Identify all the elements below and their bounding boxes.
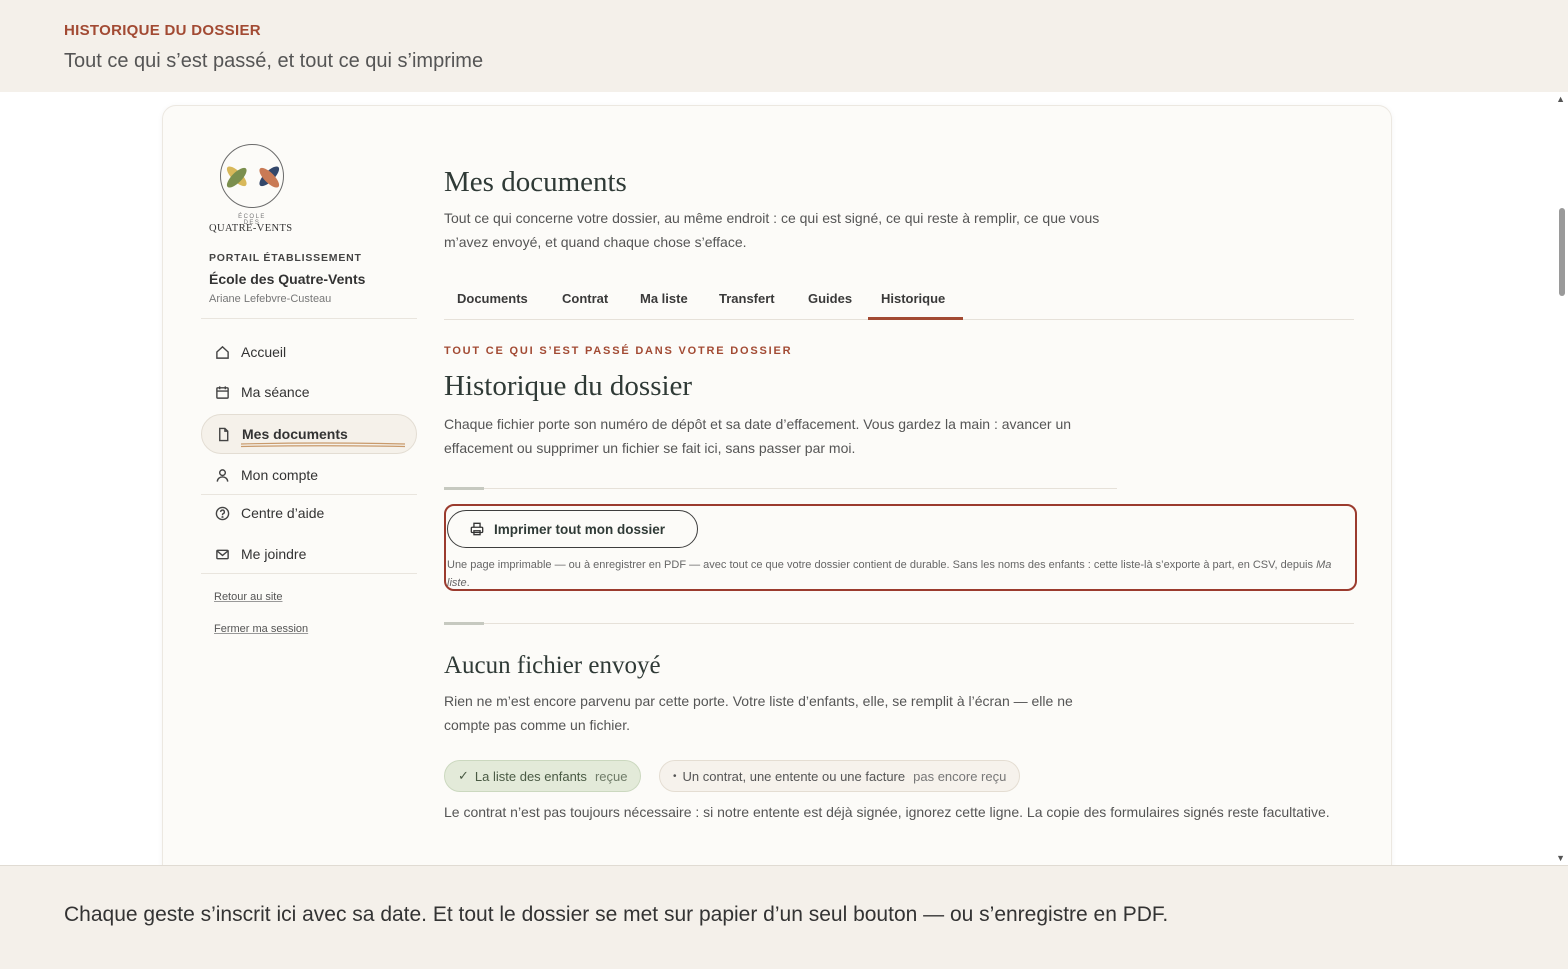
portal-label: PORTAIL ÉTABLISSEMENT xyxy=(209,252,362,264)
print-note: Une page imprimable — ou à enregistrer e… xyxy=(447,556,1352,592)
empty-state-text: Rien ne m’est encore parvenu par cette p… xyxy=(444,693,1073,733)
sidebar-item-mes-documents[interactable]: Mes documents xyxy=(201,414,417,454)
divider-accent xyxy=(444,487,484,490)
tab-guides[interactable]: Guides xyxy=(808,291,852,306)
caption-subtitle: Tout ce qui s’est passé, et tout ce qui … xyxy=(64,50,484,72)
section-kicker: TOUT CE QUI S’EST PASSÉ DANS VOTRE DOSSI… xyxy=(444,345,793,357)
sidebar-item-label: Mes documents xyxy=(242,426,348,442)
status-chip-pending: • Un contrat, une entente ou une facture… xyxy=(659,760,1021,792)
active-tab-indicator xyxy=(868,317,963,320)
tab-transfert[interactable]: Transfert xyxy=(719,291,775,306)
section-text: Chaque fichier porte son numéro de dépôt… xyxy=(444,416,1072,456)
caption-kicker: HISTORIQUE DU DOSSIER xyxy=(64,22,261,39)
tab-bar: Documents Contrat Ma liste Transfert Gui… xyxy=(444,286,1354,320)
active-underline-icon xyxy=(240,442,406,448)
sidebar-item-label: Accueil xyxy=(241,344,287,360)
sidebar-item-mon-compte[interactable]: Mon compte xyxy=(201,456,417,494)
mail-icon xyxy=(216,549,229,559)
divider-accent xyxy=(444,622,484,625)
sidebar-item-centre-aide[interactable]: Centre d’aide xyxy=(201,494,417,532)
chip-label: Un contrat, une entente ou une facture xyxy=(682,768,906,784)
document-icon xyxy=(219,427,229,441)
section-title: Historique du dossier xyxy=(444,370,693,402)
help-icon xyxy=(215,506,230,520)
section-divider xyxy=(444,623,1354,624)
school-logo[interactable] xyxy=(220,144,284,208)
scroll-down-arrow-icon[interactable]: ▼ xyxy=(1556,853,1565,863)
contract-footnote: Le contrat n’est pas toujours nécessaire… xyxy=(444,804,1330,820)
print-highlight-box: Imprimer tout mon dossier Une page impri… xyxy=(444,504,1357,591)
check-icon: ✓ xyxy=(458,768,469,783)
tab-historique[interactable]: Historique xyxy=(881,291,945,306)
portal-card: École des QUATRE-VENTS PORTAIL ÉTABLISSE… xyxy=(162,105,1392,865)
tab-ma-liste[interactable]: Ma liste xyxy=(640,291,688,306)
section-divider xyxy=(444,488,1117,489)
scroll-thumb[interactable] xyxy=(1559,208,1565,296)
back-to-site-link[interactable]: Retour au site xyxy=(214,591,282,603)
scrollbar[interactable]: ▲ ▼ xyxy=(1554,92,1568,865)
chip-status: pas encore reçu xyxy=(913,768,1007,784)
sidebar-item-label: Mon compte xyxy=(241,467,319,483)
printer-icon xyxy=(470,522,484,536)
caption-footer-text: Chaque geste s’inscrit ici avec sa date.… xyxy=(64,903,1169,926)
bullet-icon: • xyxy=(673,770,677,782)
page-description: Tout ce qui concerne votre dossier, au m… xyxy=(444,210,1100,250)
sidebar-item-label: Ma séance xyxy=(241,384,310,400)
browser-viewport: École des QUATRE-VENTS PORTAIL ÉTABLISSE… xyxy=(0,92,1568,865)
print-button-label: Imprimer tout mon dossier xyxy=(494,521,666,537)
home-icon xyxy=(216,345,229,359)
logo-name: QUATRE-VENTS xyxy=(209,223,293,234)
tab-contrat[interactable]: Contrat xyxy=(562,291,608,306)
scroll-up-arrow-icon[interactable]: ▲ xyxy=(1556,94,1565,104)
logout-link[interactable]: Fermer ma session xyxy=(214,623,308,635)
sidebar-item-label: Centre d’aide xyxy=(241,505,325,521)
chip-label: La liste des enfants xyxy=(474,768,587,784)
print-dossier-button[interactable]: Imprimer tout mon dossier xyxy=(447,510,698,548)
sidebar-divider xyxy=(201,318,417,319)
school-name: École des Quatre-Vents xyxy=(209,271,366,287)
status-chip-received: ✓ La liste des enfants reçue xyxy=(444,760,642,792)
user-icon xyxy=(216,468,229,482)
print-note-end: . xyxy=(466,577,470,589)
sidebar-divider xyxy=(201,573,417,574)
sidebar-item-me-joindre[interactable]: Me joindre xyxy=(201,535,417,573)
sidebar-item-accueil[interactable]: Accueil xyxy=(201,333,417,371)
empty-state-title: Aucun fichier envoyé xyxy=(444,652,661,679)
calendar-icon xyxy=(216,385,229,399)
caption-header: HISTORIQUE DU DOSSIER Tout ce qui s’est … xyxy=(0,0,1568,92)
page-title: Mes documents xyxy=(444,166,627,198)
caption-footer: Chaque geste s’inscrit ici avec sa date.… xyxy=(0,865,1568,969)
tab-documents[interactable]: Documents xyxy=(457,291,528,306)
pinwheel-logo-icon xyxy=(226,166,280,188)
chip-status: reçue xyxy=(594,768,628,784)
sidebar-item-label: Me joindre xyxy=(241,546,307,562)
user-name: Ariane Lefebvre-Custeau xyxy=(209,293,332,305)
print-note-text: Une page imprimable — ou à enregistrer e… xyxy=(447,559,1317,571)
sidebar-item-ma-seance[interactable]: Ma séance xyxy=(201,373,417,411)
